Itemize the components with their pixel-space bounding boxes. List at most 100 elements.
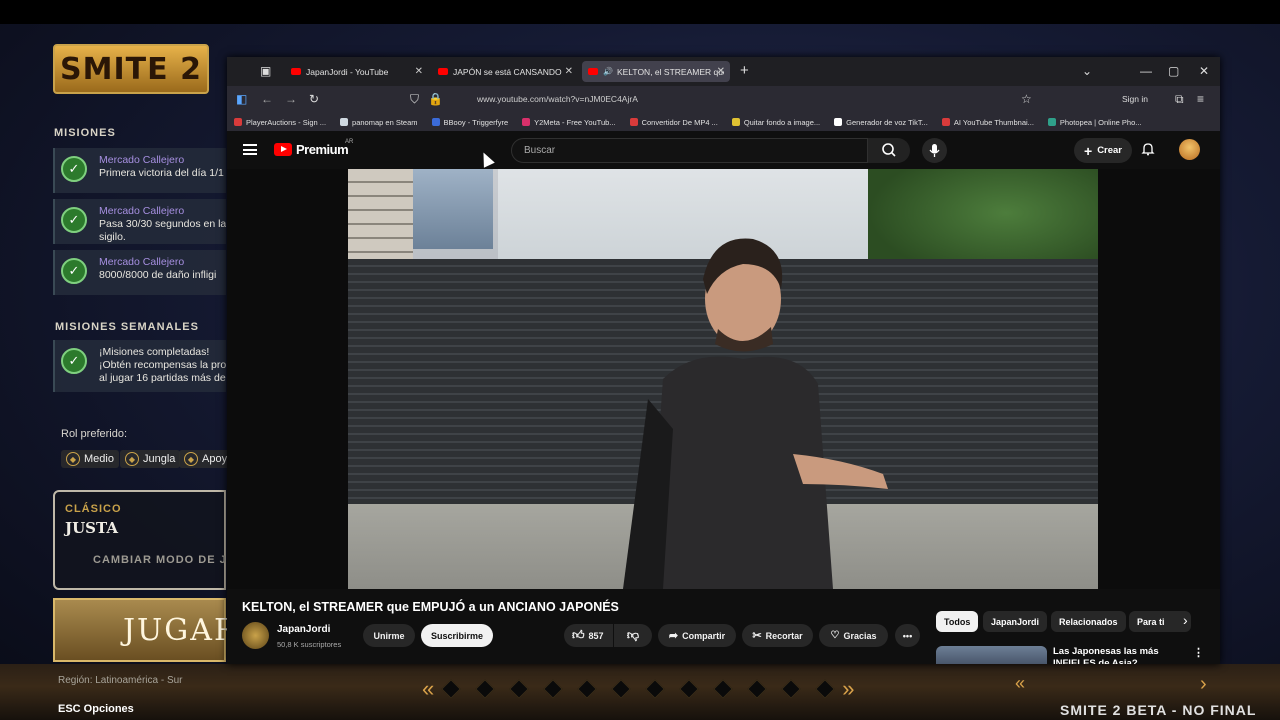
- chip-for-you[interactable]: Para ti: [1129, 611, 1191, 632]
- mode-name: JUSTA: [65, 519, 118, 537]
- video-building: [413, 169, 493, 249]
- new-tab-button[interactable]: +: [740, 62, 749, 79]
- chip-all[interactable]: Todos: [936, 611, 979, 632]
- tab-list-icon[interactable]: ▣: [260, 64, 271, 78]
- role-jungle[interactable]: ◆ Jungla: [120, 450, 181, 468]
- premium-label[interactable]: Premium: [296, 142, 349, 157]
- more-vert-icon[interactable]: ⋮: [1193, 646, 1204, 659]
- mid-icon: ◆: [66, 452, 80, 466]
- tab-japon[interactable]: JAPÓN se está CANSANDO de ✕: [432, 61, 578, 82]
- carousel-dot[interactable]: [713, 679, 734, 699]
- search-button[interactable]: [868, 138, 910, 163]
- close-window-button[interactable]: ✕: [1199, 64, 1209, 78]
- carousel-dot[interactable]: [611, 679, 632, 699]
- esc-options[interactable]: ESC Opciones: [58, 703, 134, 715]
- create-button[interactable]: + Crear: [1074, 138, 1133, 163]
- play-button[interactable]: JUGAR: [53, 598, 237, 662]
- bookmark-label: Photopea | Online Pho...: [1059, 117, 1142, 127]
- mission-item[interactable]: ✓ Mercado Callejero Primera victoria del…: [53, 148, 226, 193]
- channel-name[interactable]: JapanJordi: [277, 624, 330, 635]
- carousel-dot[interactable]: [509, 679, 530, 699]
- bookmark-item[interactable]: BBooy - Triggerfyre: [431, 118, 508, 127]
- carousel-dot[interactable]: [747, 679, 768, 699]
- chevron-right-icon[interactable]: ›: [1200, 673, 1207, 696]
- back-button[interactable]: ←: [261, 92, 273, 106]
- carousel-dot[interactable]: [543, 679, 564, 699]
- chevron-left-icon[interactable]: «: [1015, 673, 1025, 694]
- change-mode-button[interactable]: CAMBIAR MODO DE J: [93, 554, 227, 566]
- video-player[interactable]: [348, 169, 1098, 589]
- thanks-button[interactable]: ♡ Gracias: [819, 624, 888, 647]
- bookmark-item[interactable]: AI YouTube Thumbnai...: [941, 118, 1034, 127]
- bookmark-item[interactable]: Generador de voz TikT...: [834, 118, 928, 127]
- close-icon[interactable]: ✕: [565, 66, 573, 77]
- tab-title: JAPÓN se está CANSANDO de: [453, 66, 563, 77]
- star-icon[interactable]: ☆: [1021, 92, 1032, 106]
- bookmark-item[interactable]: Y2Meta - Free YouTub...: [522, 117, 616, 127]
- carousel-dot[interactable]: [645, 679, 666, 699]
- mission-item[interactable]: ✓ Mercado Callejero Pasa 30/30 segundos …: [53, 199, 226, 244]
- join-button[interactable]: Unirme: [363, 624, 415, 647]
- youtube-logo-icon[interactable]: [274, 143, 292, 156]
- youtube-icon: [291, 68, 301, 75]
- chip-channel[interactable]: JapanJordi: [983, 611, 1048, 632]
- forward-button[interactable]: →: [285, 92, 297, 106]
- carousel-dot[interactable]: [815, 679, 836, 699]
- bookmark-label: PlayerAuctions - Sign ...: [246, 117, 327, 127]
- chip-related[interactable]: Relacionados: [1051, 611, 1126, 632]
- bell-icon[interactable]: [1141, 142, 1155, 156]
- clip-button[interactable]: ✂ Recortar: [742, 624, 813, 647]
- jungle-icon: ◆: [125, 452, 139, 466]
- carousel-dot[interactable]: [679, 679, 700, 699]
- bookmark-item[interactable]: panomap en Steam: [340, 118, 418, 127]
- bookmark-item[interactable]: Photopea | Online Pho...: [1047, 117, 1142, 127]
- chevron-right-icon[interactable]: »: [842, 676, 854, 702]
- lock-icon[interactable]: 🔒: [428, 92, 443, 106]
- speaker-icon[interactable]: 🔊: [603, 67, 613, 76]
- hamburger-icon[interactable]: [243, 144, 257, 155]
- avatar[interactable]: [1179, 139, 1200, 160]
- scissors-icon: ✂: [752, 630, 762, 642]
- weekly-mission-item[interactable]: ✓ ¡Misiones completadas! ¡Obtén recompen…: [53, 340, 226, 392]
- role-mid[interactable]: ◆ Medio: [61, 450, 119, 468]
- like-button[interactable]: 👍︎ 857: [564, 624, 613, 647]
- bookmark-icon: [522, 118, 531, 126]
- mic-button[interactable]: [922, 138, 947, 163]
- url-input[interactable]: www.youtube.com/watch?v=nJM0EC4AjrA: [477, 94, 638, 104]
- bookmark-item[interactable]: Quitar fondo a image...: [731, 118, 820, 127]
- menu-icon[interactable]: ≡: [1197, 92, 1204, 106]
- carousel-dot[interactable]: [441, 679, 462, 699]
- share-button[interactable]: ➦ Compartir: [658, 624, 736, 647]
- game-mode-card[interactable]: CLÁSICO JUSTA CAMBIAR MODO DE J: [53, 490, 226, 590]
- chevron-left-icon[interactable]: «: [422, 676, 434, 702]
- tab-japanjordi[interactable]: JapanJordi - YouTube ✕: [285, 61, 428, 82]
- extensions-icon[interactable]: ⧉: [1175, 92, 1184, 107]
- checkmark-icon: ✓: [61, 258, 87, 284]
- dislike-button[interactable]: 👎︎: [614, 624, 652, 647]
- recommended-thumbnail[interactable]: [936, 646, 1047, 664]
- bookmark-label: Y2Meta - Free YouTub...: [534, 117, 616, 127]
- search-input[interactable]: Buscar: [511, 138, 868, 163]
- close-icon[interactable]: ✕: [717, 66, 725, 77]
- subscribe-button[interactable]: Suscribirme: [421, 624, 493, 647]
- more-actions-button[interactable]: •••: [895, 624, 920, 647]
- sidebar-icon[interactable]: ◧: [236, 92, 247, 106]
- bookmark-item[interactable]: PlayerAuctions - Sign ...: [234, 118, 326, 127]
- bookmark-item[interactable]: Convertidor De MP4 ...: [629, 118, 718, 127]
- carousel-dot[interactable]: [475, 679, 496, 699]
- close-icon[interactable]: ✕: [415, 66, 423, 77]
- mission-item[interactable]: ✓ Mercado Callejero 8000/8000 de daño in…: [53, 250, 226, 295]
- role-mid-label: Medio: [84, 453, 114, 465]
- chevron-down-icon[interactable]: ⌄: [1082, 64, 1092, 78]
- chevron-right-icon[interactable]: ›: [1183, 612, 1188, 628]
- shield-icon[interactable]: ⛉: [410, 92, 419, 107]
- reload-button[interactable]: ↻: [309, 92, 319, 106]
- carousel-dot[interactable]: [781, 679, 802, 699]
- carousel-dot[interactable]: [577, 679, 598, 699]
- tab-kelton-active[interactable]: 🔊 KELTON, el STREAMER que ✕: [582, 61, 730, 82]
- channel-avatar[interactable]: [242, 622, 269, 649]
- maximize-button[interactable]: ▢: [1168, 64, 1179, 78]
- recommended-title[interactable]: Las Japonesas las más INFIELES de Asia? …: [1053, 646, 1173, 664]
- sign-in-button[interactable]: Sign in: [1122, 94, 1148, 104]
- minimize-button[interactable]: —: [1140, 64, 1152, 78]
